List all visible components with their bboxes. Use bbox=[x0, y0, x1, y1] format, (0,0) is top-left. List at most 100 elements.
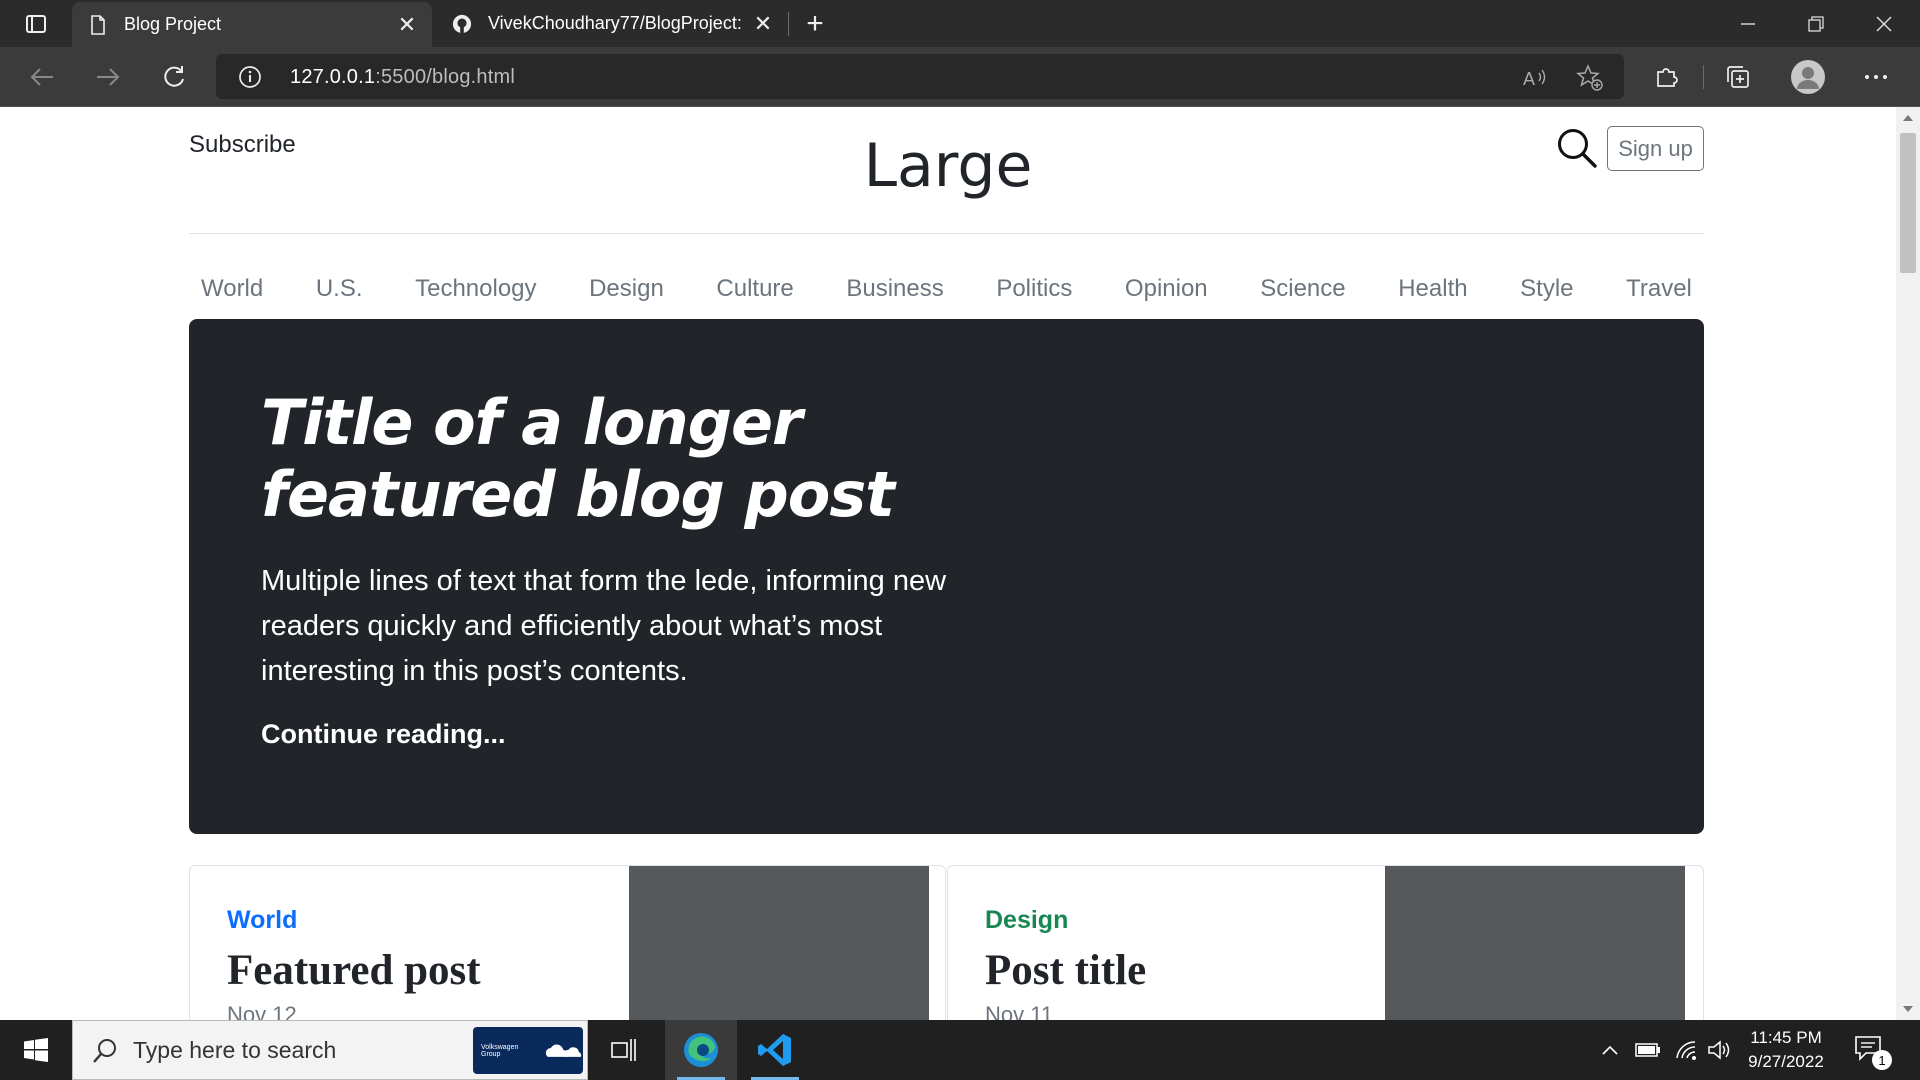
tab-close-icon[interactable]: ✕ bbox=[394, 12, 420, 38]
nav-link-business[interactable]: Business bbox=[846, 275, 943, 315]
forward-arrow-icon bbox=[97, 68, 120, 86]
close-icon bbox=[1876, 15, 1892, 32]
browser-tab-bar: Blog Project ✕ VivekChoudhary77/BlogProj… bbox=[0, 0, 1920, 47]
chevron-up-icon bbox=[1602, 1045, 1618, 1055]
sign-up-button[interactable]: Sign up bbox=[1607, 126, 1704, 171]
refresh-button[interactable] bbox=[154, 57, 194, 97]
vscode-icon bbox=[758, 1034, 791, 1066]
post-thumbnail bbox=[629, 866, 929, 1020]
header-divider bbox=[189, 233, 1704, 234]
plus-icon: + bbox=[806, 7, 824, 40]
post-title: Featured post bbox=[227, 947, 481, 994]
hero-title: Title of a longer featured blog post bbox=[261, 386, 895, 531]
start-button[interactable] bbox=[0, 1020, 72, 1080]
clock-date: 9/27/2022 bbox=[1748, 1052, 1824, 1071]
wifi-icon bbox=[1676, 1041, 1696, 1060]
page-viewport: Subscribe Large Sign up World U.S. Techn… bbox=[0, 107, 1896, 1020]
post-date: Nov 12 bbox=[227, 1002, 297, 1020]
profile-button[interactable] bbox=[1790, 59, 1826, 95]
restore-button[interactable] bbox=[1782, 0, 1850, 47]
notification-count-badge: 1 bbox=[1872, 1050, 1892, 1070]
site-info-icon[interactable] bbox=[238, 65, 262, 94]
back-button[interactable] bbox=[22, 57, 62, 97]
search-icon bbox=[1558, 129, 1597, 168]
search-button[interactable] bbox=[1556, 127, 1598, 169]
new-tab-button[interactable]: + bbox=[798, 7, 832, 40]
continue-reading-link[interactable]: Continue reading... bbox=[261, 719, 506, 750]
tab-title: VivekChoudhary77/BlogProject: bbox=[488, 13, 742, 33]
nav-link-style[interactable]: Style bbox=[1520, 275, 1573, 315]
post-title: Post title bbox=[985, 947, 1147, 994]
windows-taskbar: Type here to search Volkswagen Group 11:… bbox=[0, 1020, 1920, 1080]
nav-link-politics[interactable]: Politics bbox=[996, 275, 1072, 315]
promo-text: Volkswagen Group bbox=[481, 1043, 519, 1058]
nav-link-technology[interactable]: Technology bbox=[415, 275, 536, 315]
show-hidden-icons-button[interactable] bbox=[1596, 1020, 1624, 1080]
github-icon bbox=[452, 13, 472, 35]
scroll-down-icon[interactable] bbox=[1903, 1006, 1913, 1012]
more-icon bbox=[1865, 75, 1887, 79]
category-nav: World U.S. Technology Design Culture Bus… bbox=[189, 275, 1704, 315]
restore-icon bbox=[1808, 15, 1824, 32]
nav-link-us[interactable]: U.S. bbox=[316, 275, 363, 315]
post-card-featured: World Featured post Nov 12 bbox=[189, 865, 946, 1020]
windows-logo-icon bbox=[24, 1038, 48, 1062]
tab-actions-button[interactable] bbox=[10, 8, 62, 40]
nav-link-world[interactable]: World bbox=[201, 275, 263, 315]
vscode-taskbar-app[interactable] bbox=[739, 1020, 811, 1080]
tab-close-icon[interactable]: ✕ bbox=[750, 11, 776, 37]
hero-lede: Multiple lines of text that form the led… bbox=[261, 565, 947, 687]
page-scrollbar[interactable] bbox=[1896, 107, 1920, 1020]
url-path: :5500/blog.html bbox=[375, 66, 515, 88]
tab-github[interactable]: VivekChoudhary77/BlogProject: ✕ bbox=[436, 0, 788, 47]
scroll-up-icon[interactable] bbox=[1903, 115, 1913, 121]
post-thumbnail bbox=[1385, 866, 1685, 1020]
taskbar-search-box[interactable]: Type here to search Volkswagen Group bbox=[72, 1020, 588, 1080]
toolbar-divider bbox=[1703, 65, 1704, 89]
post-date: Nov 11 bbox=[985, 1002, 1054, 1020]
task-view-button[interactable] bbox=[588, 1020, 660, 1080]
read-aloud-icon[interactable]: A bbox=[1522, 64, 1550, 92]
network-button[interactable] bbox=[1670, 1020, 1702, 1080]
svg-text:A: A bbox=[1523, 69, 1535, 89]
add-favorite-icon[interactable] bbox=[1576, 64, 1604, 92]
back-arrow-icon bbox=[30, 68, 53, 86]
edge-taskbar-app[interactable] bbox=[665, 1020, 737, 1080]
nav-link-science[interactable]: Science bbox=[1260, 275, 1345, 315]
tab-blog-project[interactable]: Blog Project ✕ bbox=[72, 2, 432, 47]
minimize-icon bbox=[1741, 22, 1755, 25]
nav-link-health[interactable]: Health bbox=[1398, 275, 1467, 315]
task-view-icon bbox=[611, 1039, 636, 1061]
collections-button[interactable] bbox=[1720, 59, 1756, 95]
featured-post-hero: Title of a longer featured blog post Mul… bbox=[189, 319, 1704, 834]
nav-link-culture[interactable]: Culture bbox=[716, 275, 793, 315]
avatar-icon bbox=[1791, 60, 1825, 94]
tab-actions-icon bbox=[26, 15, 46, 33]
clock-time: 11:45 PM bbox=[1750, 1028, 1822, 1047]
notification-center-button[interactable]: 1 bbox=[1854, 1034, 1892, 1070]
scrollbar-thumb[interactable] bbox=[1900, 133, 1916, 273]
close-window-button[interactable] bbox=[1850, 0, 1918, 47]
post-category: Design bbox=[985, 906, 1069, 934]
url-text: 127.0.0.1:5500/blog.html bbox=[290, 66, 515, 89]
nav-link-design[interactable]: Design bbox=[589, 275, 664, 315]
post-category: World bbox=[227, 906, 298, 934]
settings-menu-button[interactable] bbox=[1858, 59, 1894, 95]
nav-link-opinion[interactable]: Opinion bbox=[1125, 275, 1208, 315]
battery-button[interactable] bbox=[1632, 1020, 1664, 1080]
cloud-icon bbox=[546, 1044, 582, 1057]
url-host: 127.0.0.1 bbox=[290, 66, 376, 88]
address-bar[interactable]: 127.0.0.1:5500/blog.html A bbox=[216, 54, 1624, 99]
collections-icon bbox=[1727, 66, 1749, 88]
minimize-button[interactable] bbox=[1714, 0, 1782, 47]
refresh-icon bbox=[164, 66, 184, 87]
taskbar-clock[interactable]: 11:45 PM 9/27/2022 bbox=[1726, 1026, 1846, 1074]
puzzle-icon bbox=[1657, 68, 1678, 87]
nav-link-travel[interactable]: Travel bbox=[1626, 275, 1692, 315]
search-promo-image: Volkswagen Group bbox=[473, 1027, 583, 1074]
extensions-button[interactable] bbox=[1648, 59, 1684, 95]
post-card-design: Design Post title Nov 11 bbox=[947, 865, 1704, 1020]
tab-divider bbox=[788, 12, 789, 36]
forward-button[interactable] bbox=[88, 57, 128, 97]
document-icon bbox=[88, 14, 108, 36]
